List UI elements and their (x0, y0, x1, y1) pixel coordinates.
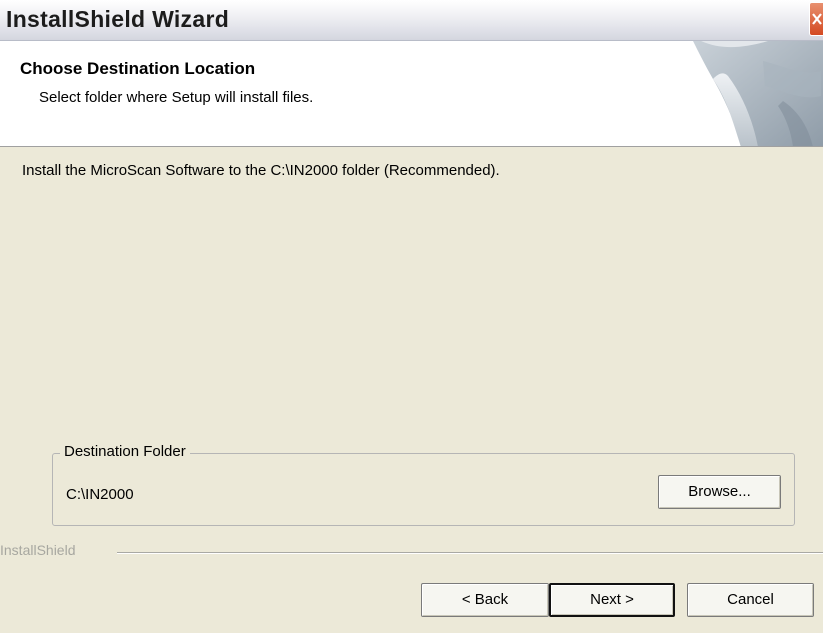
installshield-brand-label: InstallShield (0, 542, 76, 558)
cancel-button[interactable]: Cancel (687, 583, 814, 617)
close-icon (812, 13, 822, 25)
page-title: Choose Destination Location (20, 59, 256, 78)
browse-button[interactable]: Browse... (658, 475, 781, 509)
install-message: Install the MicroScan Software to the C:… (22, 162, 500, 179)
footer-divider (117, 552, 823, 554)
destination-folder-label: Destination Folder (60, 443, 190, 460)
destination-path: C:\IN2000 (66, 486, 134, 503)
installshield-logo-icon (693, 41, 823, 146)
page-subtitle: Select folder where Setup will install f… (39, 89, 314, 106)
window-title: InstallShield Wizard (6, 6, 230, 32)
next-button[interactable]: Next > (549, 583, 675, 617)
title-bar[interactable]: InstallShield Wizard (0, 0, 823, 41)
close-button[interactable] (809, 2, 823, 36)
back-button[interactable]: < Back (421, 583, 549, 617)
wizard-header: Choose Destination Location Select folde… (0, 41, 823, 147)
